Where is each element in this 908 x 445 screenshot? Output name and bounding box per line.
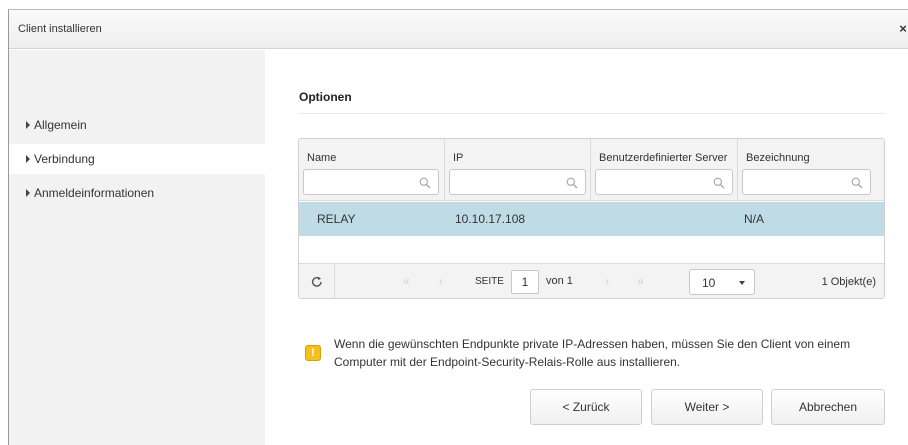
first-page-icon[interactable]: « bbox=[403, 274, 410, 288]
refresh-icon bbox=[311, 276, 322, 287]
filter-name-field[interactable] bbox=[303, 169, 439, 195]
relay-grid: Name IP Benutzerdefinierter Server Bezei… bbox=[298, 138, 885, 299]
sidebar-item-allgemein[interactable]: Allgemein bbox=[9, 110, 265, 140]
section-divider bbox=[299, 113, 885, 114]
filter-name-input[interactable] bbox=[304, 170, 438, 194]
object-count: 1 Objekt(e) bbox=[821, 276, 876, 288]
search-icon bbox=[713, 177, 725, 189]
grid-pager: « ‹ SEITE 1 von 1 › » 10 1 Objekt(e) bbox=[299, 263, 884, 298]
column-name: Name bbox=[299, 139, 445, 201]
triangle-right-icon bbox=[26, 189, 30, 197]
page-total-label: von 1 bbox=[546, 275, 573, 287]
sidebar: Allgemein Verbindung Anmeldeinformatione… bbox=[9, 50, 265, 445]
cell-label: N/A bbox=[744, 212, 765, 226]
prev-page-icon[interactable]: ‹ bbox=[439, 274, 443, 288]
refresh-button[interactable] bbox=[299, 264, 335, 298]
triangle-right-icon bbox=[26, 155, 30, 163]
chevron-down-icon bbox=[739, 281, 745, 285]
sidebar-item-anmeldeinformationen[interactable]: Anmeldeinformationen bbox=[9, 178, 265, 208]
page-number-input[interactable]: 1 bbox=[511, 270, 539, 294]
page-size-select[interactable]: 10 bbox=[689, 269, 755, 295]
search-icon bbox=[851, 177, 863, 189]
back-button[interactable]: < Zurück bbox=[530, 389, 642, 425]
sidebar-item-label: Anmeldeinformationen bbox=[34, 186, 155, 200]
triangle-right-icon bbox=[26, 121, 30, 129]
column-header-name: Name bbox=[307, 152, 337, 164]
dialog-titlebar: Client installieren × bbox=[9, 10, 908, 49]
sidebar-item-label: Verbindung bbox=[34, 152, 95, 166]
notice-text: Wenn die gewünschten Endpunkte private I… bbox=[334, 337, 851, 369]
page-size-value: 10 bbox=[702, 276, 716, 290]
column-ip: IP bbox=[445, 139, 591, 201]
sidebar-item-verbindung[interactable]: Verbindung bbox=[9, 144, 265, 174]
filter-label-field[interactable] bbox=[742, 169, 871, 195]
cell-name: RELAY bbox=[317, 212, 356, 226]
content-panel: Optionen Name IP Benutzerdefinierter Ser… bbox=[265, 50, 908, 445]
column-label: Bezeichnung bbox=[738, 139, 884, 201]
filter-ip-input[interactable] bbox=[450, 170, 585, 194]
next-page-icon[interactable]: › bbox=[605, 274, 609, 288]
column-custom-server: Benutzerdefinierter Server bbox=[591, 139, 738, 201]
filter-ip-field[interactable] bbox=[449, 169, 586, 195]
search-icon bbox=[419, 177, 431, 189]
page-label: SEITE bbox=[475, 276, 504, 287]
search-icon bbox=[566, 177, 578, 189]
filter-custom-server-field[interactable] bbox=[595, 169, 733, 195]
cell-ip: 10.10.17.108 bbox=[455, 212, 526, 226]
next-button[interactable]: Weiter > bbox=[651, 389, 763, 425]
sidebar-item-label: Allgemein bbox=[34, 118, 87, 132]
filter-custom-server-input[interactable] bbox=[596, 170, 732, 194]
column-header-label: Bezeichnung bbox=[746, 152, 810, 164]
install-client-dialog: Client installieren × Allgemein Verbindu… bbox=[8, 9, 908, 445]
cancel-button[interactable]: Abbrechen bbox=[771, 389, 885, 425]
column-header-custom-server: Benutzerdefinierter Server bbox=[599, 152, 728, 164]
table-row[interactable]: RELAY 10.10.17.108 N/A bbox=[299, 202, 884, 236]
warning-icon: ! bbox=[305, 345, 321, 361]
column-header-ip: IP bbox=[453, 152, 464, 164]
last-page-icon[interactable]: » bbox=[637, 274, 644, 288]
close-icon[interactable]: × bbox=[897, 21, 908, 36]
section-title: Optionen bbox=[299, 90, 352, 104]
grid-header: Name IP Benutzerdefinierter Server Bezei… bbox=[299, 139, 884, 201]
dialog-title: Client installieren bbox=[18, 23, 102, 35]
